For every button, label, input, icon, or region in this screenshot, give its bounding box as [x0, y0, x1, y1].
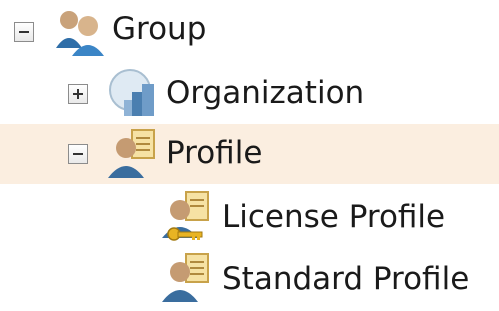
organization-icon	[106, 66, 160, 118]
expand-toggle-icon[interactable]	[68, 84, 88, 104]
tree-node-label: Standard Profile	[222, 261, 470, 297]
tree-node-standard-profile[interactable]: Standard Profile	[0, 248, 499, 308]
tree-view: Group Organization Profile License Profi…	[0, 0, 499, 311]
license-profile-icon	[160, 190, 214, 242]
tree-node-group[interactable]: Group	[0, 0, 499, 60]
tree-node-organization[interactable]: Organization	[0, 62, 499, 122]
standard-profile-icon	[160, 252, 214, 304]
collapse-toggle-icon[interactable]	[14, 22, 34, 42]
group-icon	[52, 6, 106, 58]
collapse-toggle-icon[interactable]	[68, 144, 88, 164]
profile-icon	[106, 128, 160, 180]
tree-node-label: License Profile	[222, 199, 446, 235]
tree-node-label: Organization	[166, 75, 365, 111]
tree-node-license-profile[interactable]: License Profile	[0, 186, 499, 246]
tree-node-label: Group	[112, 11, 207, 47]
tree-node-profile[interactable]: Profile	[0, 124, 499, 184]
tree-node-label: Profile	[166, 135, 263, 171]
